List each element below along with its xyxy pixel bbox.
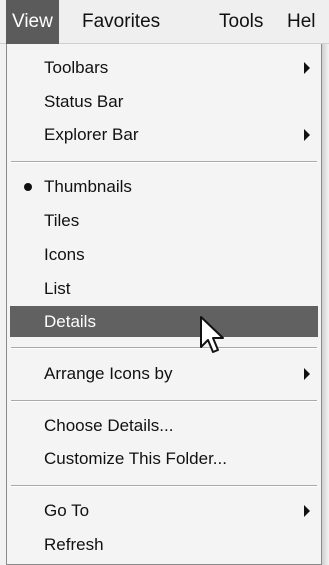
menu-item-tiles[interactable]: Tiles [10, 205, 318, 236]
menu-item-status-bar[interactable]: Status Bar [10, 86, 318, 117]
menu-item-label: Status Bar [44, 92, 124, 111]
menu-item-label: Icons [44, 245, 85, 264]
menu-item-label: Arrange Icons by [44, 364, 173, 383]
menu-item-choose-details[interactable]: Choose Details... [10, 410, 318, 441]
menu-separator [11, 161, 317, 163]
submenu-arrow-icon [304, 368, 310, 380]
menu-bar: View Favorites Tools Hel [0, 0, 329, 44]
menu-item-list[interactable]: List [10, 273, 318, 304]
menu-item-label: Details [44, 312, 96, 331]
menubar-tools[interactable]: Tools [219, 0, 263, 44]
mouse-pointer-icon [200, 316, 224, 353]
menu-item-customize-folder[interactable]: Customize This Folder... [10, 443, 318, 474]
menu-separator [11, 347, 317, 349]
menu-item-label: List [44, 279, 71, 298]
menu-item-details[interactable]: Details [10, 306, 318, 337]
menubar-favorites[interactable]: Favorites [82, 0, 160, 44]
submenu-arrow-icon [304, 129, 310, 141]
menu-item-label: Choose Details... [44, 416, 174, 435]
menu-item-label: Refresh [44, 535, 104, 554]
menubar-view[interactable]: View [6, 0, 59, 44]
view-menu-dropdown: Toolbars Status Bar Explorer Bar Thumbna… [6, 44, 322, 565]
menubar-help[interactable]: Hel [287, 0, 316, 44]
menu-item-label: Tiles [44, 211, 80, 230]
window-edge [322, 44, 329, 565]
radio-bullet-icon [24, 183, 32, 191]
menu-item-label: Go To [44, 501, 90, 520]
submenu-arrow-icon [304, 505, 310, 517]
menu-item-label: Explorer Bar [44, 125, 139, 144]
menu-item-go-to[interactable]: Go To [10, 495, 318, 526]
menu-separator [11, 400, 317, 402]
menu-item-explorer-bar[interactable]: Explorer Bar [10, 119, 318, 150]
menu-item-label: Customize This Folder... [44, 449, 227, 468]
menu-item-refresh[interactable]: Refresh [10, 529, 318, 560]
menu-item-toolbars[interactable]: Toolbars [10, 52, 318, 83]
menu-item-label: Toolbars [44, 58, 109, 77]
menu-item-arrange-icons-by[interactable]: Arrange Icons by [10, 358, 318, 389]
menu-separator [11, 485, 317, 487]
submenu-arrow-icon [304, 62, 310, 74]
menu-item-label: Thumbnails [44, 177, 132, 196]
menu-item-icons[interactable]: Icons [10, 239, 318, 270]
menu-item-thumbnails[interactable]: Thumbnails [10, 171, 318, 202]
